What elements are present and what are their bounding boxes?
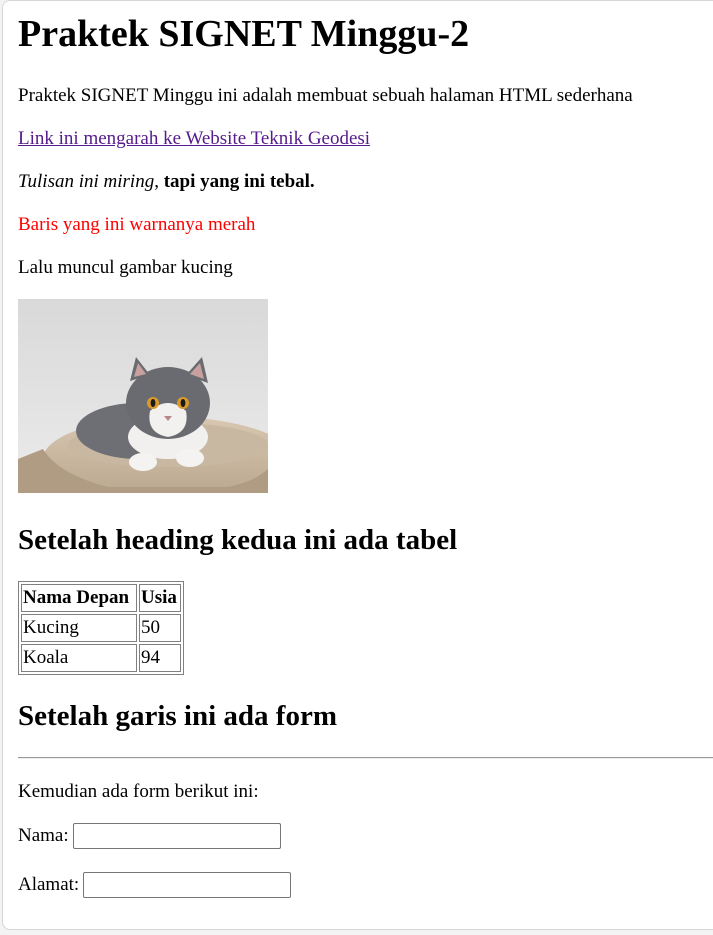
image-caption: Lalu muncul gambar kucing (18, 257, 233, 278)
teknik-geodesi-link[interactable]: Link ini mengarah ke Website Teknik Geod… (18, 128, 370, 149)
nama-input[interactable] (72, 823, 281, 849)
browser-viewport: Praktek SIGNET Minggu-2 Praktek SIGNET M… (2, 0, 713, 930)
cat-image (18, 299, 268, 493)
column-header: Nama Depan (21, 584, 137, 612)
column-header: Usia (139, 584, 181, 612)
table-cell: 94 (139, 644, 181, 672)
table-header-row: Nama Depan Usia (21, 584, 181, 612)
alamat-row: Alamat: (18, 872, 292, 898)
comma-text: , (154, 171, 159, 192)
alamat-input[interactable] (83, 872, 292, 898)
form-heading: Setelah garis ini ada form (18, 700, 337, 732)
form-intro: Kemudian ada form berikut ini: (18, 781, 259, 802)
table-row: Koala 94 (21, 644, 181, 672)
table-row: Kucing 50 (21, 614, 181, 642)
alamat-label: Alamat: (18, 874, 80, 895)
data-table: Nama Depan Usia Kucing 50 Koala 94 (18, 581, 184, 675)
red-paragraph: Baris yang ini warnanya merah (18, 214, 256, 235)
nama-label: Nama: (18, 825, 69, 846)
table-heading: Setelah heading kedua ini ada tabel (18, 524, 458, 556)
intro-paragraph: Praktek SIGNET Minggu ini adalah membuat… (18, 85, 633, 106)
table-cell: Kucing (21, 614, 137, 642)
bold-text: tapi yang ini tebal. (163, 171, 315, 192)
link-paragraph: Link ini mengarah ke Website Teknik Geod… (18, 128, 370, 150)
table-cell: 50 (139, 614, 181, 642)
cat-photo-icon (18, 299, 268, 493)
page-title: Praktek SIGNET Minggu-2 (18, 13, 470, 55)
italic-text: Tulisan ini miring (18, 171, 155, 192)
nama-row: Nama: (18, 823, 281, 849)
style-paragraph: Tulisan ini miring, tapi yang ini tebal. (18, 171, 315, 193)
table-cell: Koala (21, 644, 137, 672)
horizontal-rule (18, 757, 713, 759)
